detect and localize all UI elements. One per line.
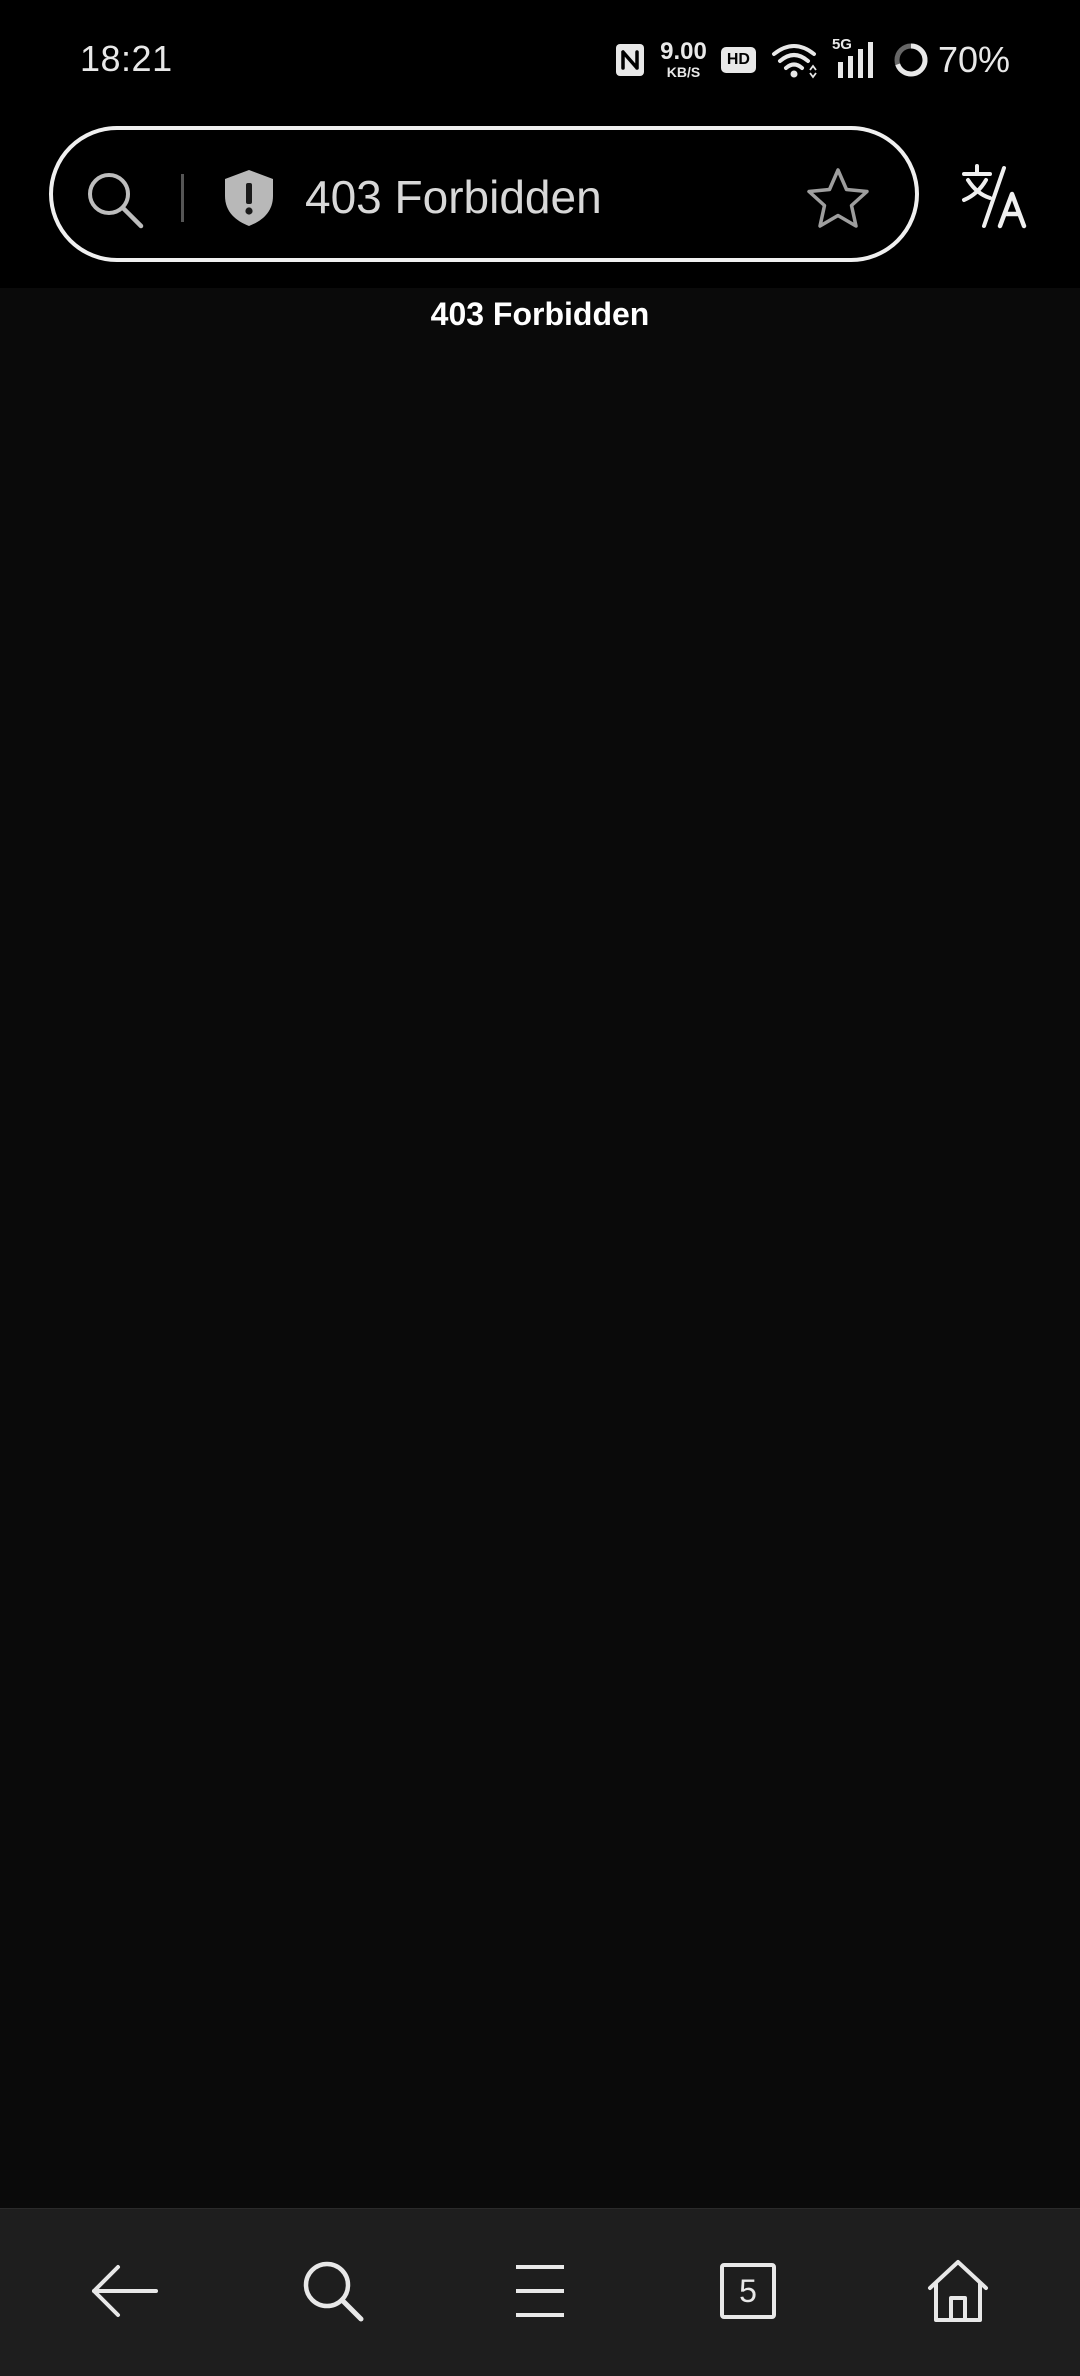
status-icons: 9.00 KB/S HD 5G 70%	[614, 36, 1010, 84]
translate-icon[interactable]	[960, 162, 1030, 232]
shield-warning-icon[interactable]	[221, 168, 277, 228]
bottom-nav: 5	[0, 2208, 1080, 2376]
signal-icon	[837, 42, 873, 78]
home-icon	[928, 2260, 988, 2322]
battery-percent: 70%	[937, 39, 1010, 80]
back-button[interactable]	[84, 2251, 164, 2331]
page-content: 403 Forbidden	[0, 288, 1080, 2208]
nfc-icon	[616, 44, 645, 76]
status-bar: 18:21 9.00 KB/S HD 5G 70%	[0, 0, 1080, 120]
hd-badge: HD	[720, 47, 756, 73]
url-text[interactable]: 403 Forbidden	[305, 170, 602, 224]
menu-icon	[516, 2265, 564, 2317]
tab-count: 5	[739, 2272, 757, 2309]
net-speed-value: 9.00	[660, 37, 707, 65]
net-speed: 9.00 KB/S	[660, 37, 707, 80]
tabs-icon: 5	[720, 2263, 776, 2319]
url-bar[interactable]: 403 Forbidden	[49, 126, 919, 262]
search-button[interactable]	[293, 2251, 373, 2331]
wifi-icon	[771, 44, 817, 79]
menu-button[interactable]	[500, 2251, 580, 2331]
url-divider	[181, 174, 184, 222]
star-icon[interactable]	[805, 166, 871, 232]
battery-icon	[894, 43, 928, 77]
search-icon[interactable]	[83, 168, 147, 232]
back-arrow-icon	[92, 2265, 158, 2317]
tabs-button[interactable]: 5	[708, 2251, 788, 2331]
search-icon	[303, 2261, 364, 2322]
browser-toolbar: 403 Forbidden	[0, 120, 1080, 288]
net-speed-unit: KB/S	[666, 63, 701, 80]
signal-indicator: 5G	[832, 36, 878, 80]
home-button[interactable]	[918, 2251, 998, 2331]
status-time: 18:21	[80, 38, 173, 79]
page-heading: 403 Forbidden	[430, 296, 650, 332]
